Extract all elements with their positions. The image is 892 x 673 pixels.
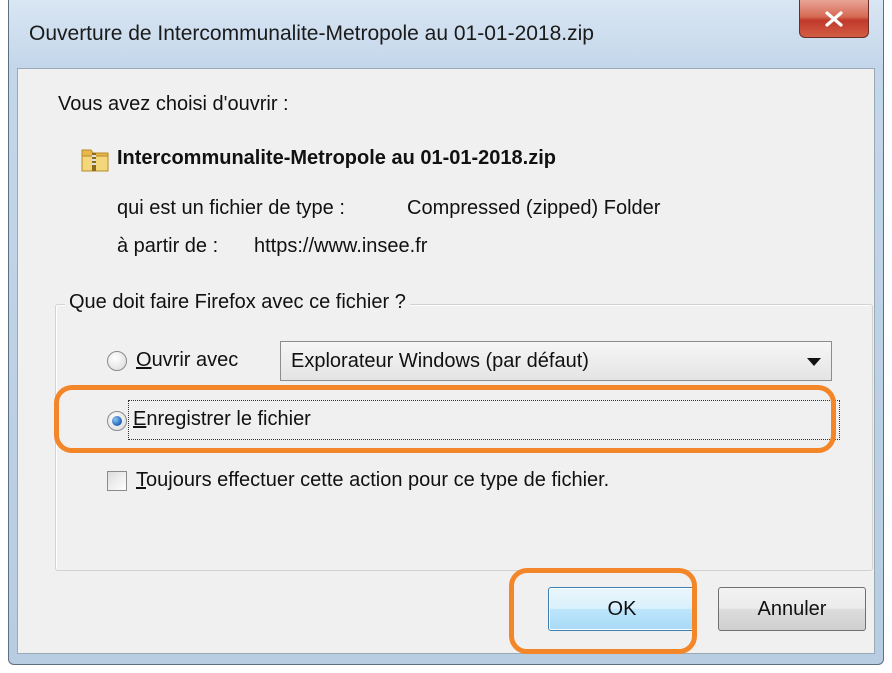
close-button[interactable]: [799, 0, 869, 38]
cancel-button[interactable]: Annuler: [718, 587, 866, 631]
action-group-legend: Que doit faire Firefox avec ce fichier ?: [65, 291, 410, 314]
save-option-highlight: [54, 385, 836, 453]
open-with-label[interactable]: Ouvrir avec: [136, 349, 238, 372]
open-with-app-select[interactable]: Explorateur Windows (par défaut): [280, 341, 832, 381]
intro-text: Vous avez choisi d'ouvrir :: [58, 93, 289, 115]
dialog-body: Vous avez choisi d'ouvrir : Intercommuna…: [17, 68, 875, 654]
open-with-accesskey: O: [136, 349, 152, 371]
window-title: Ouverture de Intercommunalite-Metropole …: [29, 22, 594, 45]
ok-button-highlight: [509, 568, 697, 654]
title-bar[interactable]: Ouverture de Intercommunalite-Metropole …: [9, 0, 883, 68]
file-type-value: Compressed (zipped) Folder: [407, 197, 661, 219]
open-with-label-text: uvrir avec: [151, 349, 239, 371]
close-icon: [825, 10, 843, 27]
always-do-checkbox[interactable]: [107, 471, 127, 491]
always-do-label-text: oujours effectuer cette action pour ce t…: [146, 469, 610, 491]
file-name: Intercommunalite-Metropole au 01-01-2018…: [117, 147, 557, 169]
file-type-label: qui est un fichier de type :: [117, 197, 345, 219]
download-dialog: Ouverture de Intercommunalite-Metropole …: [8, 0, 884, 665]
file-source-value: https://www.insee.fr: [254, 235, 428, 257]
chevron-down-icon: [807, 358, 821, 366]
file-source-label: à partir de :: [117, 235, 219, 257]
open-with-radio[interactable]: [107, 351, 127, 371]
open-with-app-value: Explorateur Windows (par défaut): [291, 350, 589, 372]
zip-folder-icon: [81, 149, 109, 172]
always-do-label[interactable]: Toujours effectuer cette action pour ce …: [136, 469, 609, 492]
always-do-accesskey: T: [136, 469, 146, 491]
